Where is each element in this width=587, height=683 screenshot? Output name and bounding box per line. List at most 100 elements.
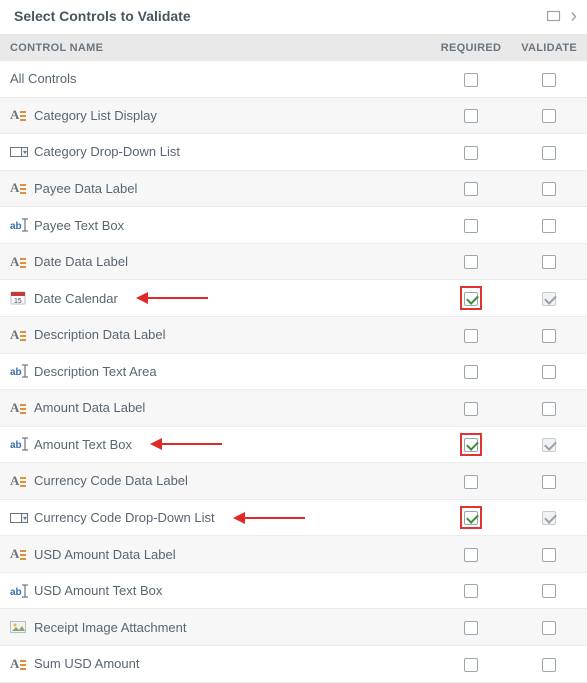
svg-text:A: A	[10, 400, 20, 415]
validate-checkbox[interactable]	[542, 255, 556, 269]
svg-text:A: A	[10, 254, 20, 269]
dropdown-icon	[10, 510, 28, 526]
validate-checkbox[interactable]	[542, 475, 556, 489]
alabel-icon: A	[10, 107, 28, 123]
textbox-icon: ab	[10, 436, 28, 452]
required-checkbox[interactable]	[464, 292, 478, 306]
alabel-icon: A	[10, 656, 28, 672]
window-controls: ›	[546, 8, 577, 24]
validate-checkbox[interactable]	[542, 365, 556, 379]
svg-text:A: A	[10, 546, 20, 561]
table-row[interactable]: Category Drop-Down List	[0, 134, 587, 171]
table-row[interactable]: Receipt Image Attachment	[0, 609, 587, 646]
validate-checkbox[interactable]	[542, 584, 556, 598]
col-name-header[interactable]: CONTROL NAME	[0, 35, 431, 61]
required-checkbox[interactable]	[464, 438, 478, 452]
validate-checkbox[interactable]	[542, 219, 556, 233]
table-row[interactable]: abUSD Amount Text Box	[0, 572, 587, 609]
validate-controls-panel: Select Controls to Validate › CONTROL NA…	[0, 0, 587, 683]
control-name-label: Date Calendar	[34, 291, 118, 306]
required-checkbox[interactable]	[464, 73, 478, 87]
table-row[interactable]: ab Amount Text Box	[0, 426, 587, 463]
required-checkbox[interactable]	[464, 329, 478, 343]
annotation-arrow-icon	[150, 438, 222, 450]
table-row[interactable]: All Controls	[0, 61, 587, 97]
col-required-header[interactable]: REQUIRED	[431, 35, 511, 61]
validate-checkbox	[542, 511, 556, 525]
svg-text:A: A	[10, 473, 20, 488]
required-checkbox[interactable]	[464, 548, 478, 562]
svg-text:15: 15	[14, 298, 22, 305]
maximize-icon[interactable]	[546, 8, 562, 24]
required-checkbox[interactable]	[464, 109, 478, 123]
required-checkbox[interactable]	[464, 402, 478, 416]
textbox-icon: ab	[10, 583, 28, 599]
validate-checkbox[interactable]	[542, 73, 556, 87]
svg-text:A: A	[10, 180, 20, 195]
table-row[interactable]: A Date Data Label	[0, 243, 587, 280]
validate-checkbox[interactable]	[542, 548, 556, 562]
control-name-label: Category Drop-Down List	[34, 144, 180, 159]
col-validate-header[interactable]: VALIDATE	[511, 35, 587, 61]
table-row[interactable]: ab Payee Text Box	[0, 207, 587, 244]
svg-text:A: A	[10, 656, 20, 671]
annotation-arrow-icon	[136, 292, 208, 304]
required-checkbox[interactable]	[464, 658, 478, 672]
validate-checkbox[interactable]	[542, 621, 556, 635]
alabel-icon: A	[10, 254, 28, 270]
control-name-label: Currency Code Drop-Down List	[34, 510, 215, 525]
required-checkbox[interactable]	[464, 584, 478, 598]
validate-checkbox[interactable]	[542, 402, 556, 416]
table-row[interactable]: A Currency Code Data Label	[0, 463, 587, 500]
alabel-icon: A	[10, 473, 28, 489]
table-row[interactable]: A Category List Display	[0, 97, 587, 134]
table-row[interactable]: Currency Code Drop-Down List	[0, 499, 587, 536]
control-name-label: USD Amount Data Label	[34, 547, 176, 562]
panel-title: Select Controls to Validate	[14, 8, 546, 24]
required-checkbox[interactable]	[464, 511, 478, 525]
svg-text:ab: ab	[10, 367, 22, 378]
control-name-label: Category List Display	[34, 108, 157, 123]
validate-checkbox[interactable]	[542, 146, 556, 160]
alabel-icon: A	[10, 180, 28, 196]
alabel-icon: A	[10, 400, 28, 416]
required-checkbox[interactable]	[464, 475, 478, 489]
required-checkbox[interactable]	[464, 219, 478, 233]
required-checkbox[interactable]	[464, 182, 478, 196]
validate-checkbox	[542, 292, 556, 306]
required-checkbox[interactable]	[464, 255, 478, 269]
control-name-label: Payee Text Box	[34, 218, 124, 233]
svg-text:A: A	[10, 327, 20, 342]
table-row[interactable]: A USD Amount Data Label	[0, 536, 587, 573]
dropdown-icon	[10, 144, 28, 160]
validate-checkbox[interactable]	[542, 329, 556, 343]
required-checkbox[interactable]	[464, 365, 478, 379]
validate-checkbox[interactable]	[542, 109, 556, 123]
calendar-icon: 15	[10, 290, 28, 306]
control-name-label: Amount Text Box	[34, 437, 132, 452]
image-icon	[10, 619, 28, 635]
svg-text:ab: ab	[10, 587, 22, 598]
control-name-label: Date Data Label	[34, 254, 128, 269]
control-name-label: Description Data Label	[34, 327, 166, 342]
control-name-label: Currency Code Data Label	[34, 473, 188, 488]
textbox-icon: ab	[10, 217, 28, 233]
table-row[interactable]: A Amount Data Label	[0, 390, 587, 427]
table-row[interactable]: ab Description Text Area	[0, 353, 587, 390]
control-name-label: Description Text Area	[34, 364, 157, 379]
control-name-label: Amount Data Label	[34, 400, 145, 415]
title-bar: Select Controls to Validate ›	[0, 0, 587, 35]
validate-checkbox	[542, 438, 556, 452]
table-row[interactable]: ASum USD Amount	[0, 646, 587, 683]
validate-checkbox[interactable]	[542, 182, 556, 196]
chevron-right-icon[interactable]: ›	[570, 8, 577, 24]
required-checkbox[interactable]	[464, 621, 478, 635]
alabel-icon: A	[10, 327, 28, 343]
control-name-label: Payee Data Label	[34, 181, 137, 196]
table-row[interactable]: 15 Date Calendar	[0, 280, 587, 317]
svg-text:A: A	[10, 107, 20, 122]
table-row[interactable]: A Description Data Label	[0, 316, 587, 353]
table-row[interactable]: A Payee Data Label	[0, 170, 587, 207]
required-checkbox[interactable]	[464, 146, 478, 160]
validate-checkbox[interactable]	[542, 658, 556, 672]
